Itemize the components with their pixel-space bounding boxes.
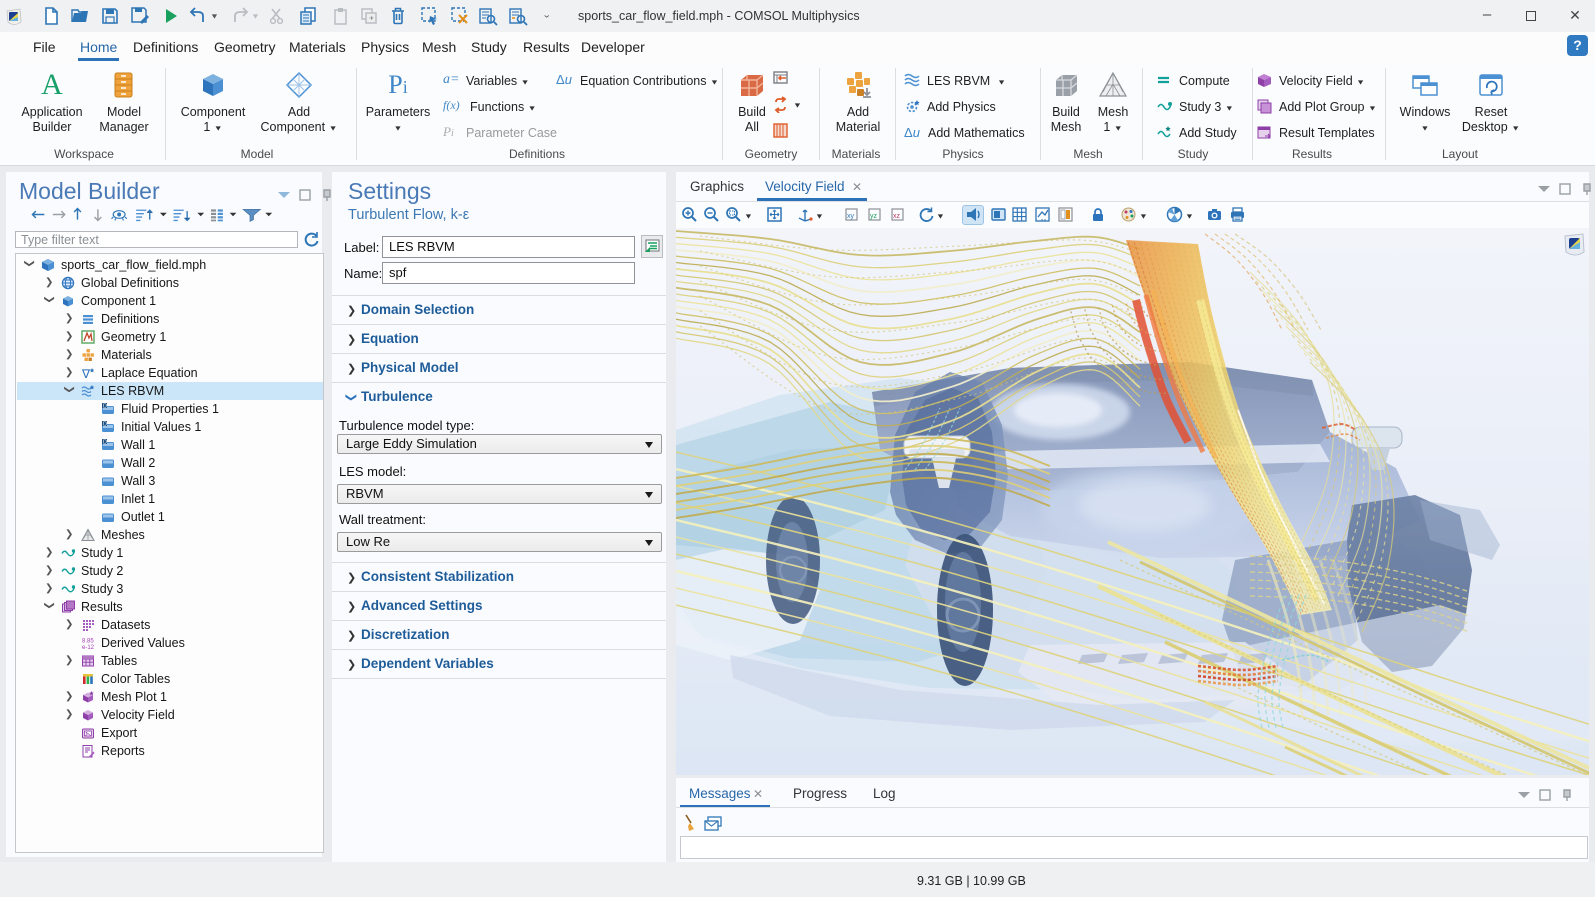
svg-text:xz: xz bbox=[893, 213, 901, 220]
svg-text:yz: yz bbox=[870, 213, 878, 220]
svg-text:∇: ∇ bbox=[81, 367, 91, 380]
svg-text:D: D bbox=[103, 440, 107, 446]
svg-text:e-12: e-12 bbox=[82, 645, 95, 650]
svg-text:D: D bbox=[103, 404, 107, 410]
svg-text:xy: xy bbox=[847, 213, 855, 220]
svg-text:8.85: 8.85 bbox=[82, 639, 94, 645]
svg-text:D: D bbox=[103, 422, 107, 428]
